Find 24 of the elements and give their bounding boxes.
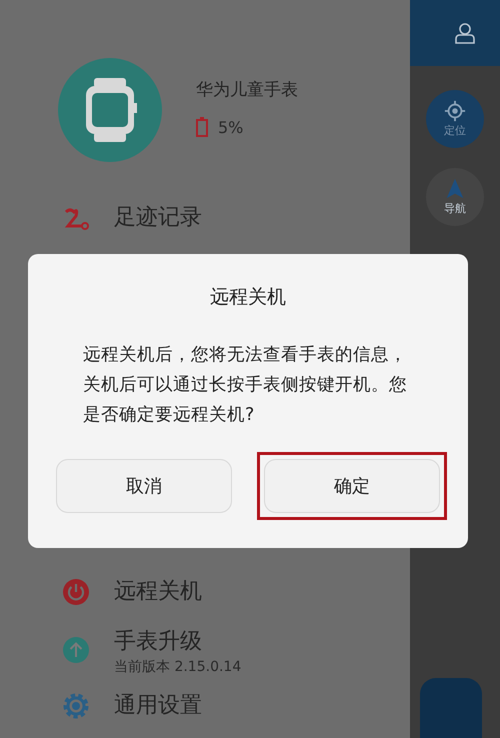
menu-item[interactable]: 通用设置: [62, 690, 382, 722]
menu-item[interactable]: 足迹记录: [62, 198, 382, 238]
menu-label: 通用设置: [114, 692, 202, 720]
settings-icon: [62, 692, 90, 720]
arrow-icon: [444, 178, 466, 200]
dialog-title: 远程关机: [210, 285, 286, 310]
navigate-button[interactable]: 导航: [426, 168, 484, 226]
dialog-button[interactable]: 取消: [56, 459, 232, 513]
crosshair-icon: [444, 100, 466, 122]
dialog-button[interactable]: 确定: [264, 459, 440, 513]
menu-item[interactable]: 手表升级 当前版本 2.15.0.14: [62, 626, 382, 676]
menu-item[interactable]: 远程关机: [62, 572, 382, 612]
menu-label: 足迹记录: [114, 204, 202, 232]
user-icon[interactable]: [455, 22, 475, 44]
menu-label: 手表升级: [114, 628, 203, 656]
locate-button[interactable]: 定位: [426, 90, 484, 148]
battery-level: 5%: [218, 118, 244, 136]
power-icon: [62, 578, 90, 606]
version-text: 当前版本 2.15.0.14: [114, 658, 242, 676]
upload-icon: [62, 636, 90, 664]
device-name: 华为儿童手表: [196, 79, 298, 101]
watch-icon: [58, 58, 162, 162]
menu-label: 远程关机: [114, 578, 202, 606]
dialog-message: 远程关机后，您将无法查看手表的信息，关机后可以通过长按手表侧按键开机。您是否确定要远程关机?: [83, 344, 408, 427]
